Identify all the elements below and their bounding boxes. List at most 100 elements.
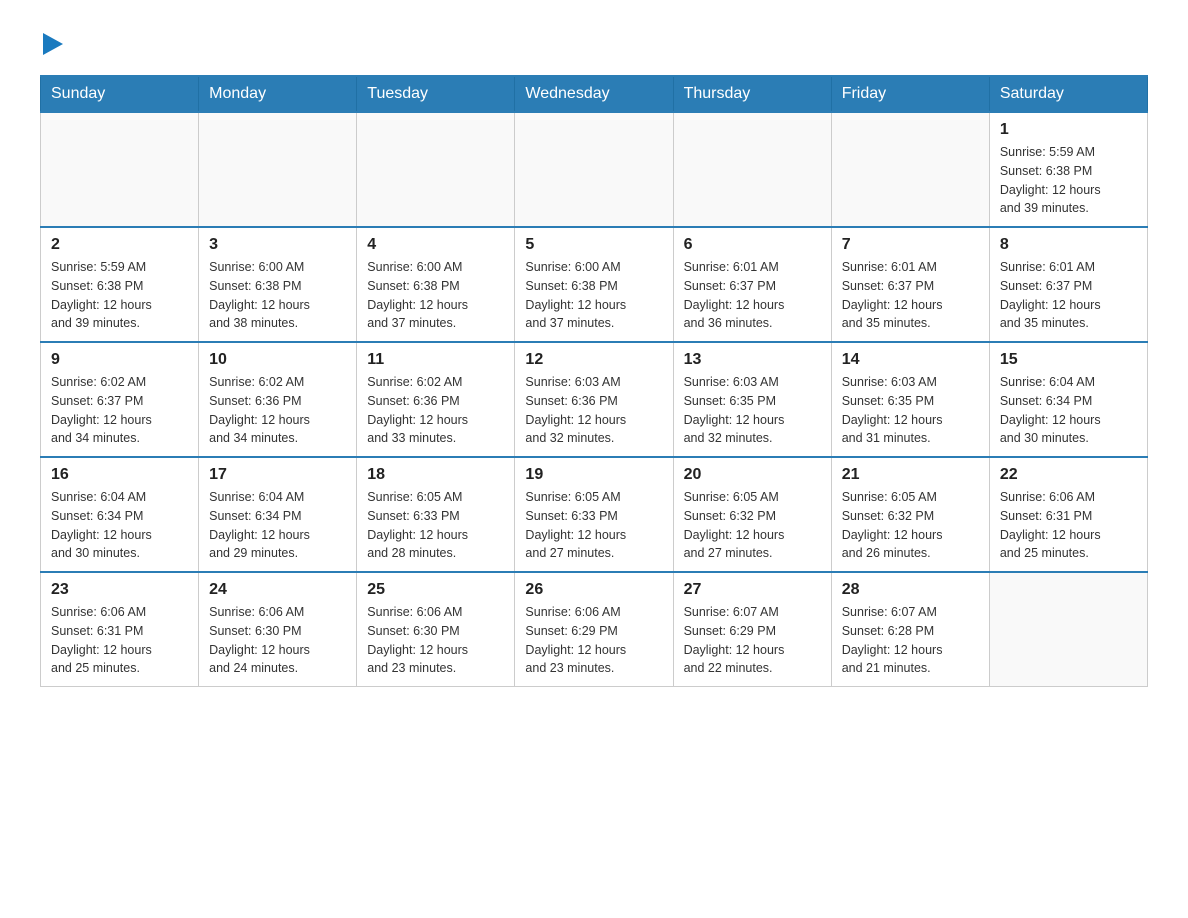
calendar-cell: 11 Sunrise: 6:02 AM Sunset: 6:36 PM Dayli… (357, 342, 515, 457)
calendar-cell: 23 Sunrise: 6:06 AM Sunset: 6:31 PM Dayli… (41, 572, 199, 687)
calendar-cell: 19Sunrise: 6:05 AM Sunset: 6:33 PM Dayli… (515, 457, 673, 572)
day-number: 9 (51, 351, 188, 369)
calendar-table: SundayMondayTuesdayWednesdayThursdayFrid… (40, 75, 1148, 687)
calendar-week-row: 2 Sunrise: 5:59 AM Sunset: 6:38 PM Daylig… (41, 227, 1148, 342)
calendar-cell: 18 Sunrise: 6:05 AM Sunset: 6:33 PM Dayli… (357, 457, 515, 572)
calendar-cell: 16 Sunrise: 6:04 AM Sunset: 6:34 PM Dayli… (41, 457, 199, 572)
day-info: Sunrise: 6:05 AM Sunset: 6:33 PM Dayligh… (525, 488, 662, 563)
calendar-cell: 14 Sunrise: 6:03 AM Sunset: 6:35 PM Dayli… (831, 342, 989, 457)
day-of-week-header: Thursday (673, 76, 831, 112)
day-of-week-header: Wednesday (515, 76, 673, 112)
calendar-cell: 10 Sunrise: 6:02 AM Sunset: 6:36 PM Dayli… (199, 342, 357, 457)
day-number: 20 (684, 466, 821, 484)
day-number: 22 (1000, 466, 1137, 484)
day-info: Sunrise: 6:00 AM Sunset: 6:38 PM Dayligh… (525, 258, 662, 333)
day-number: 10 (209, 351, 346, 369)
day-info: Sunrise: 6:05 AM Sunset: 6:33 PM Dayligh… (367, 488, 504, 563)
day-info: Sunrise: 6:06 AM Sunset: 6:29 PM Dayligh… (525, 603, 662, 678)
calendar-cell: 1 Sunrise: 5:59 AM Sunset: 6:38 PM Daylig… (989, 112, 1147, 227)
calendar-cell: 12Sunrise: 6:03 AM Sunset: 6:36 PM Dayli… (515, 342, 673, 457)
calendar-cell (989, 572, 1147, 687)
day-info: Sunrise: 6:02 AM Sunset: 6:36 PM Dayligh… (367, 373, 504, 448)
day-info: Sunrise: 6:07 AM Sunset: 6:29 PM Dayligh… (684, 603, 821, 678)
day-info: Sunrise: 6:04 AM Sunset: 6:34 PM Dayligh… (51, 488, 188, 563)
day-info: Sunrise: 6:00 AM Sunset: 6:38 PM Dayligh… (367, 258, 504, 333)
calendar-cell: 28 Sunrise: 6:07 AM Sunset: 6:28 PM Dayli… (831, 572, 989, 687)
day-number: 14 (842, 351, 979, 369)
day-info: Sunrise: 6:07 AM Sunset: 6:28 PM Dayligh… (842, 603, 979, 678)
calendar-week-row: 9 Sunrise: 6:02 AM Sunset: 6:37 PM Daylig… (41, 342, 1148, 457)
day-info: Sunrise: 6:06 AM Sunset: 6:31 PM Dayligh… (51, 603, 188, 678)
day-info: Sunrise: 6:01 AM Sunset: 6:37 PM Dayligh… (1000, 258, 1137, 333)
day-info: Sunrise: 6:01 AM Sunset: 6:37 PM Dayligh… (842, 258, 979, 333)
calendar-cell: 20 Sunrise: 6:05 AM Sunset: 6:32 PM Dayli… (673, 457, 831, 572)
logo (40, 30, 63, 55)
calendar-week-row: 1 Sunrise: 5:59 AM Sunset: 6:38 PM Daylig… (41, 112, 1148, 227)
calendar-cell: 4 Sunrise: 6:00 AM Sunset: 6:38 PM Daylig… (357, 227, 515, 342)
day-number: 4 (367, 236, 504, 254)
day-info: Sunrise: 5:59 AM Sunset: 6:38 PM Dayligh… (51, 258, 188, 333)
day-of-week-header: Monday (199, 76, 357, 112)
day-number: 1 (1000, 121, 1137, 139)
calendar-cell: 2 Sunrise: 5:59 AM Sunset: 6:38 PM Daylig… (41, 227, 199, 342)
calendar-cell: 25 Sunrise: 6:06 AM Sunset: 6:30 PM Dayli… (357, 572, 515, 687)
calendar-cell: 17 Sunrise: 6:04 AM Sunset: 6:34 PM Dayli… (199, 457, 357, 572)
calendar-cell (515, 112, 673, 227)
day-info: Sunrise: 6:05 AM Sunset: 6:32 PM Dayligh… (842, 488, 979, 563)
logo-arrow-icon (43, 33, 63, 55)
calendar-cell: 5 Sunrise: 6:00 AM Sunset: 6:38 PM Daylig… (515, 227, 673, 342)
calendar-cell (357, 112, 515, 227)
calendar-week-row: 16 Sunrise: 6:04 AM Sunset: 6:34 PM Dayli… (41, 457, 1148, 572)
calendar-cell: 26 Sunrise: 6:06 AM Sunset: 6:29 PM Dayli… (515, 572, 673, 687)
calendar-cell (673, 112, 831, 227)
calendar-cell: 24 Sunrise: 6:06 AM Sunset: 6:30 PM Dayli… (199, 572, 357, 687)
day-number: 26 (525, 581, 662, 599)
day-number: 7 (842, 236, 979, 254)
calendar-cell: 15Sunrise: 6:04 AM Sunset: 6:34 PM Dayli… (989, 342, 1147, 457)
day-info: Sunrise: 6:05 AM Sunset: 6:32 PM Dayligh… (684, 488, 821, 563)
calendar-cell: 27 Sunrise: 6:07 AM Sunset: 6:29 PM Dayli… (673, 572, 831, 687)
day-number: 28 (842, 581, 979, 599)
day-number: 13 (684, 351, 821, 369)
calendar-cell (199, 112, 357, 227)
day-info: Sunrise: 6:03 AM Sunset: 6:35 PM Dayligh… (684, 373, 821, 448)
day-of-week-header: Tuesday (357, 76, 515, 112)
day-number: 8 (1000, 236, 1137, 254)
day-number: 23 (51, 581, 188, 599)
day-number: 18 (367, 466, 504, 484)
day-number: 21 (842, 466, 979, 484)
day-info: Sunrise: 6:01 AM Sunset: 6:37 PM Dayligh… (684, 258, 821, 333)
calendar-cell: 7 Sunrise: 6:01 AM Sunset: 6:37 PM Daylig… (831, 227, 989, 342)
calendar-cell: 9 Sunrise: 6:02 AM Sunset: 6:37 PM Daylig… (41, 342, 199, 457)
calendar-cell (831, 112, 989, 227)
day-number: 24 (209, 581, 346, 599)
day-of-week-header: Sunday (41, 76, 199, 112)
day-info: Sunrise: 6:00 AM Sunset: 6:38 PM Dayligh… (209, 258, 346, 333)
day-number: 17 (209, 466, 346, 484)
day-info: Sunrise: 6:06 AM Sunset: 6:30 PM Dayligh… (209, 603, 346, 678)
day-of-week-header: Saturday (989, 76, 1147, 112)
day-number: 25 (367, 581, 504, 599)
day-info: Sunrise: 5:59 AM Sunset: 6:38 PM Dayligh… (1000, 143, 1137, 218)
calendar-cell: 13 Sunrise: 6:03 AM Sunset: 6:35 PM Dayli… (673, 342, 831, 457)
calendar-cell: 22Sunrise: 6:06 AM Sunset: 6:31 PM Dayli… (989, 457, 1147, 572)
day-number: 27 (684, 581, 821, 599)
day-info: Sunrise: 6:06 AM Sunset: 6:30 PM Dayligh… (367, 603, 504, 678)
day-number: 15 (1000, 351, 1137, 369)
day-number: 11 (367, 351, 504, 369)
day-info: Sunrise: 6:02 AM Sunset: 6:36 PM Dayligh… (209, 373, 346, 448)
day-info: Sunrise: 6:04 AM Sunset: 6:34 PM Dayligh… (209, 488, 346, 563)
day-number: 3 (209, 236, 346, 254)
day-number: 16 (51, 466, 188, 484)
calendar-header-row: SundayMondayTuesdayWednesdayThursdayFrid… (41, 76, 1148, 112)
calendar-cell (41, 112, 199, 227)
day-number: 5 (525, 236, 662, 254)
page-header (40, 30, 1148, 55)
day-info: Sunrise: 6:03 AM Sunset: 6:35 PM Dayligh… (842, 373, 979, 448)
calendar-week-row: 23 Sunrise: 6:06 AM Sunset: 6:31 PM Dayli… (41, 572, 1148, 687)
day-info: Sunrise: 6:02 AM Sunset: 6:37 PM Dayligh… (51, 373, 188, 448)
calendar-cell: 3 Sunrise: 6:00 AM Sunset: 6:38 PM Daylig… (199, 227, 357, 342)
day-info: Sunrise: 6:03 AM Sunset: 6:36 PM Dayligh… (525, 373, 662, 448)
calendar-cell: 8 Sunrise: 6:01 AM Sunset: 6:37 PM Daylig… (989, 227, 1147, 342)
day-number: 2 (51, 236, 188, 254)
